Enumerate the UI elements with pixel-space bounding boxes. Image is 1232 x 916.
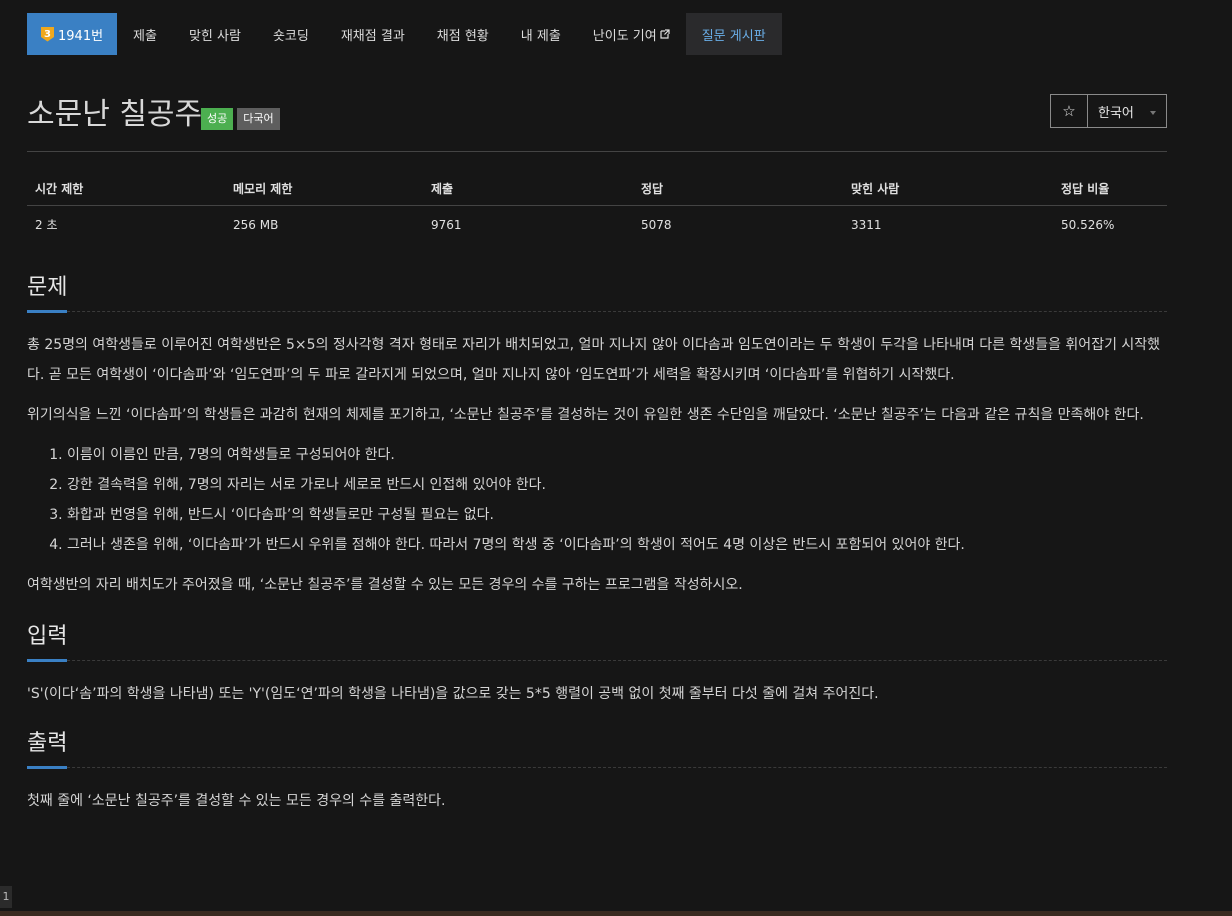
tab-rejudge[interactable]: 재채점 결과 (325, 13, 421, 55)
tab-solved-users[interactable]: 맞힌 사람 (173, 13, 257, 55)
table-row: 2 초 256 MB 9761 5078 3311 50.526% (27, 206, 1167, 242)
header-memory-limit: 메모리 제한 (225, 174, 423, 206)
accepted-value: 5078 (641, 217, 672, 232)
success-badge: 성공 (201, 108, 234, 130)
description-paragraph: 총 25명의 여학생들로 이루어진 여학생반은 5×5의 정사각형 격자 형태로… (27, 337, 1161, 383)
header-solved-users: 맞힌 사람 (843, 174, 1053, 206)
heading-underline (27, 310, 67, 313)
solved-users-value: 3311 (851, 217, 882, 232)
table-header-row: 시간 제한 메모리 제한 제출 정답 맞힌 사람 정답 비율 (27, 174, 1167, 206)
problem-menu: 3 1941번 제출 맞힌 사람 숏코딩 재채점 결과 채점 현황 내 제출 난… (27, 13, 1167, 55)
description-heading: 문제 (27, 275, 68, 300)
difficulty-contribution-label: 난이도 기여 (592, 28, 657, 44)
list-item: 화합과 번영을 위해, 반드시 ‘이다솜파’의 학생들로만 구성될 필요는 없다… (67, 500, 1167, 530)
header-submissions: 제출 (423, 174, 633, 206)
description-paragraph: 여학생반의 자리 배치도가 주어졌을 때, ‘소문난 칠공주’를 결성할 수 있… (27, 577, 743, 593)
list-item: 그러나 생존을 위해, ‘이다솜파’가 반드시 우위를 점해야 한다. 따라서 … (67, 530, 1167, 560)
problem-number: 1941번 (58, 28, 104, 44)
header-accept-ratio: 정답 비율 (1053, 174, 1167, 206)
output-description: 첫째 줄에 ‘소문난 칠공주’를 결성할 수 있는 모든 경우의 수를 출력한다… (27, 793, 446, 809)
problem-badges: 성공 다국어 (197, 108, 280, 130)
tab-my-submissions[interactable]: 내 제출 (505, 13, 577, 55)
accept-ratio-value: 50.526% (1061, 217, 1115, 232)
list-item: 이름이 이름인 만큼, 7명의 여학생들로 구성되어야 한다. (67, 440, 1167, 470)
language-control: ☆ 한국어 (1050, 94, 1167, 128)
tab-submit[interactable]: 제출 (117, 13, 173, 55)
language-label: 한국어 (1098, 105, 1134, 121)
tab-problem[interactable]: 3 1941번 (27, 13, 118, 55)
problem-title: 소문난 칠공주 (27, 97, 203, 132)
header-time-limit: 시간 제한 (27, 174, 225, 206)
language-select[interactable]: 한국어 (1088, 95, 1166, 127)
tab-difficulty-contribution[interactable]: 난이도 기여 (577, 13, 686, 55)
problem-description: 총 25명의 여학생들로 이루어진 여학생반은 5×5의 정사각형 격자 형태로… (27, 330, 1167, 600)
memory-limit-value: 256 MB (233, 217, 279, 232)
tab-status[interactable]: 채점 현황 (421, 13, 505, 55)
heading-underline (27, 766, 67, 769)
multilang-badge[interactable]: 다국어 (237, 108, 280, 130)
star-icon[interactable]: ☆ (1051, 95, 1088, 127)
tier-gold-icon: 3 (41, 26, 54, 42)
gutter-number: 1 (0, 886, 12, 908)
time-limit-value: 2 초 (35, 218, 58, 232)
output-heading: 출력 (27, 731, 68, 756)
external-link-icon (660, 29, 670, 39)
chevron-down-icon (1150, 111, 1156, 115)
tab-short-coding[interactable]: 숏코딩 (257, 13, 325, 55)
input-section-header: 입력 (27, 620, 1167, 662)
problem-output: 첫째 줄에 ‘소문난 칠공주’를 결성할 수 있는 모든 경우의 수를 출력한다… (27, 786, 1167, 816)
submissions-value: 9761 (431, 217, 462, 232)
header-accepted: 정답 (633, 174, 843, 206)
bottom-bar (0, 911, 1232, 916)
tab-qna-board[interactable]: 질문 게시판 (685, 13, 782, 55)
list-item: 강한 결속력을 위해, 7명의 자리는 서로 가로나 세로로 반드시 인접해 있… (67, 470, 1167, 500)
problem-page: 3 1941번 제출 맞힌 사람 숏코딩 재채점 결과 채점 현황 내 제출 난… (27, 13, 1167, 816)
input-heading: 입력 (27, 624, 68, 649)
rules-list: 이름이 이름인 만큼, 7명의 여학생들로 구성되어야 한다. 강한 결속력을 … (27, 440, 1167, 560)
description-section-header: 문제 (27, 271, 1167, 313)
problem-header: 소문난 칠공주 성공 다국어 ☆ 한국어 (27, 94, 1167, 152)
heading-underline (27, 659, 67, 662)
problem-info-table: 시간 제한 메모리 제한 제출 정답 맞힌 사람 정답 비율 2 초 256 M… (27, 174, 1167, 241)
output-section-header: 출력 (27, 727, 1167, 769)
input-description: 'S'(이다‘솜’파의 학생을 나타냄) 또는 'Y'(임도‘연’파의 학생을 … (27, 686, 879, 702)
problem-input: 'S'(이다‘솜’파의 학생을 나타냄) 또는 'Y'(임도‘연’파의 학생을 … (27, 679, 1167, 709)
description-paragraph: 위기의식을 느낀 ‘이다솜파’의 학생들은 과감히 현재의 체제를 포기하고, … (27, 407, 1144, 423)
